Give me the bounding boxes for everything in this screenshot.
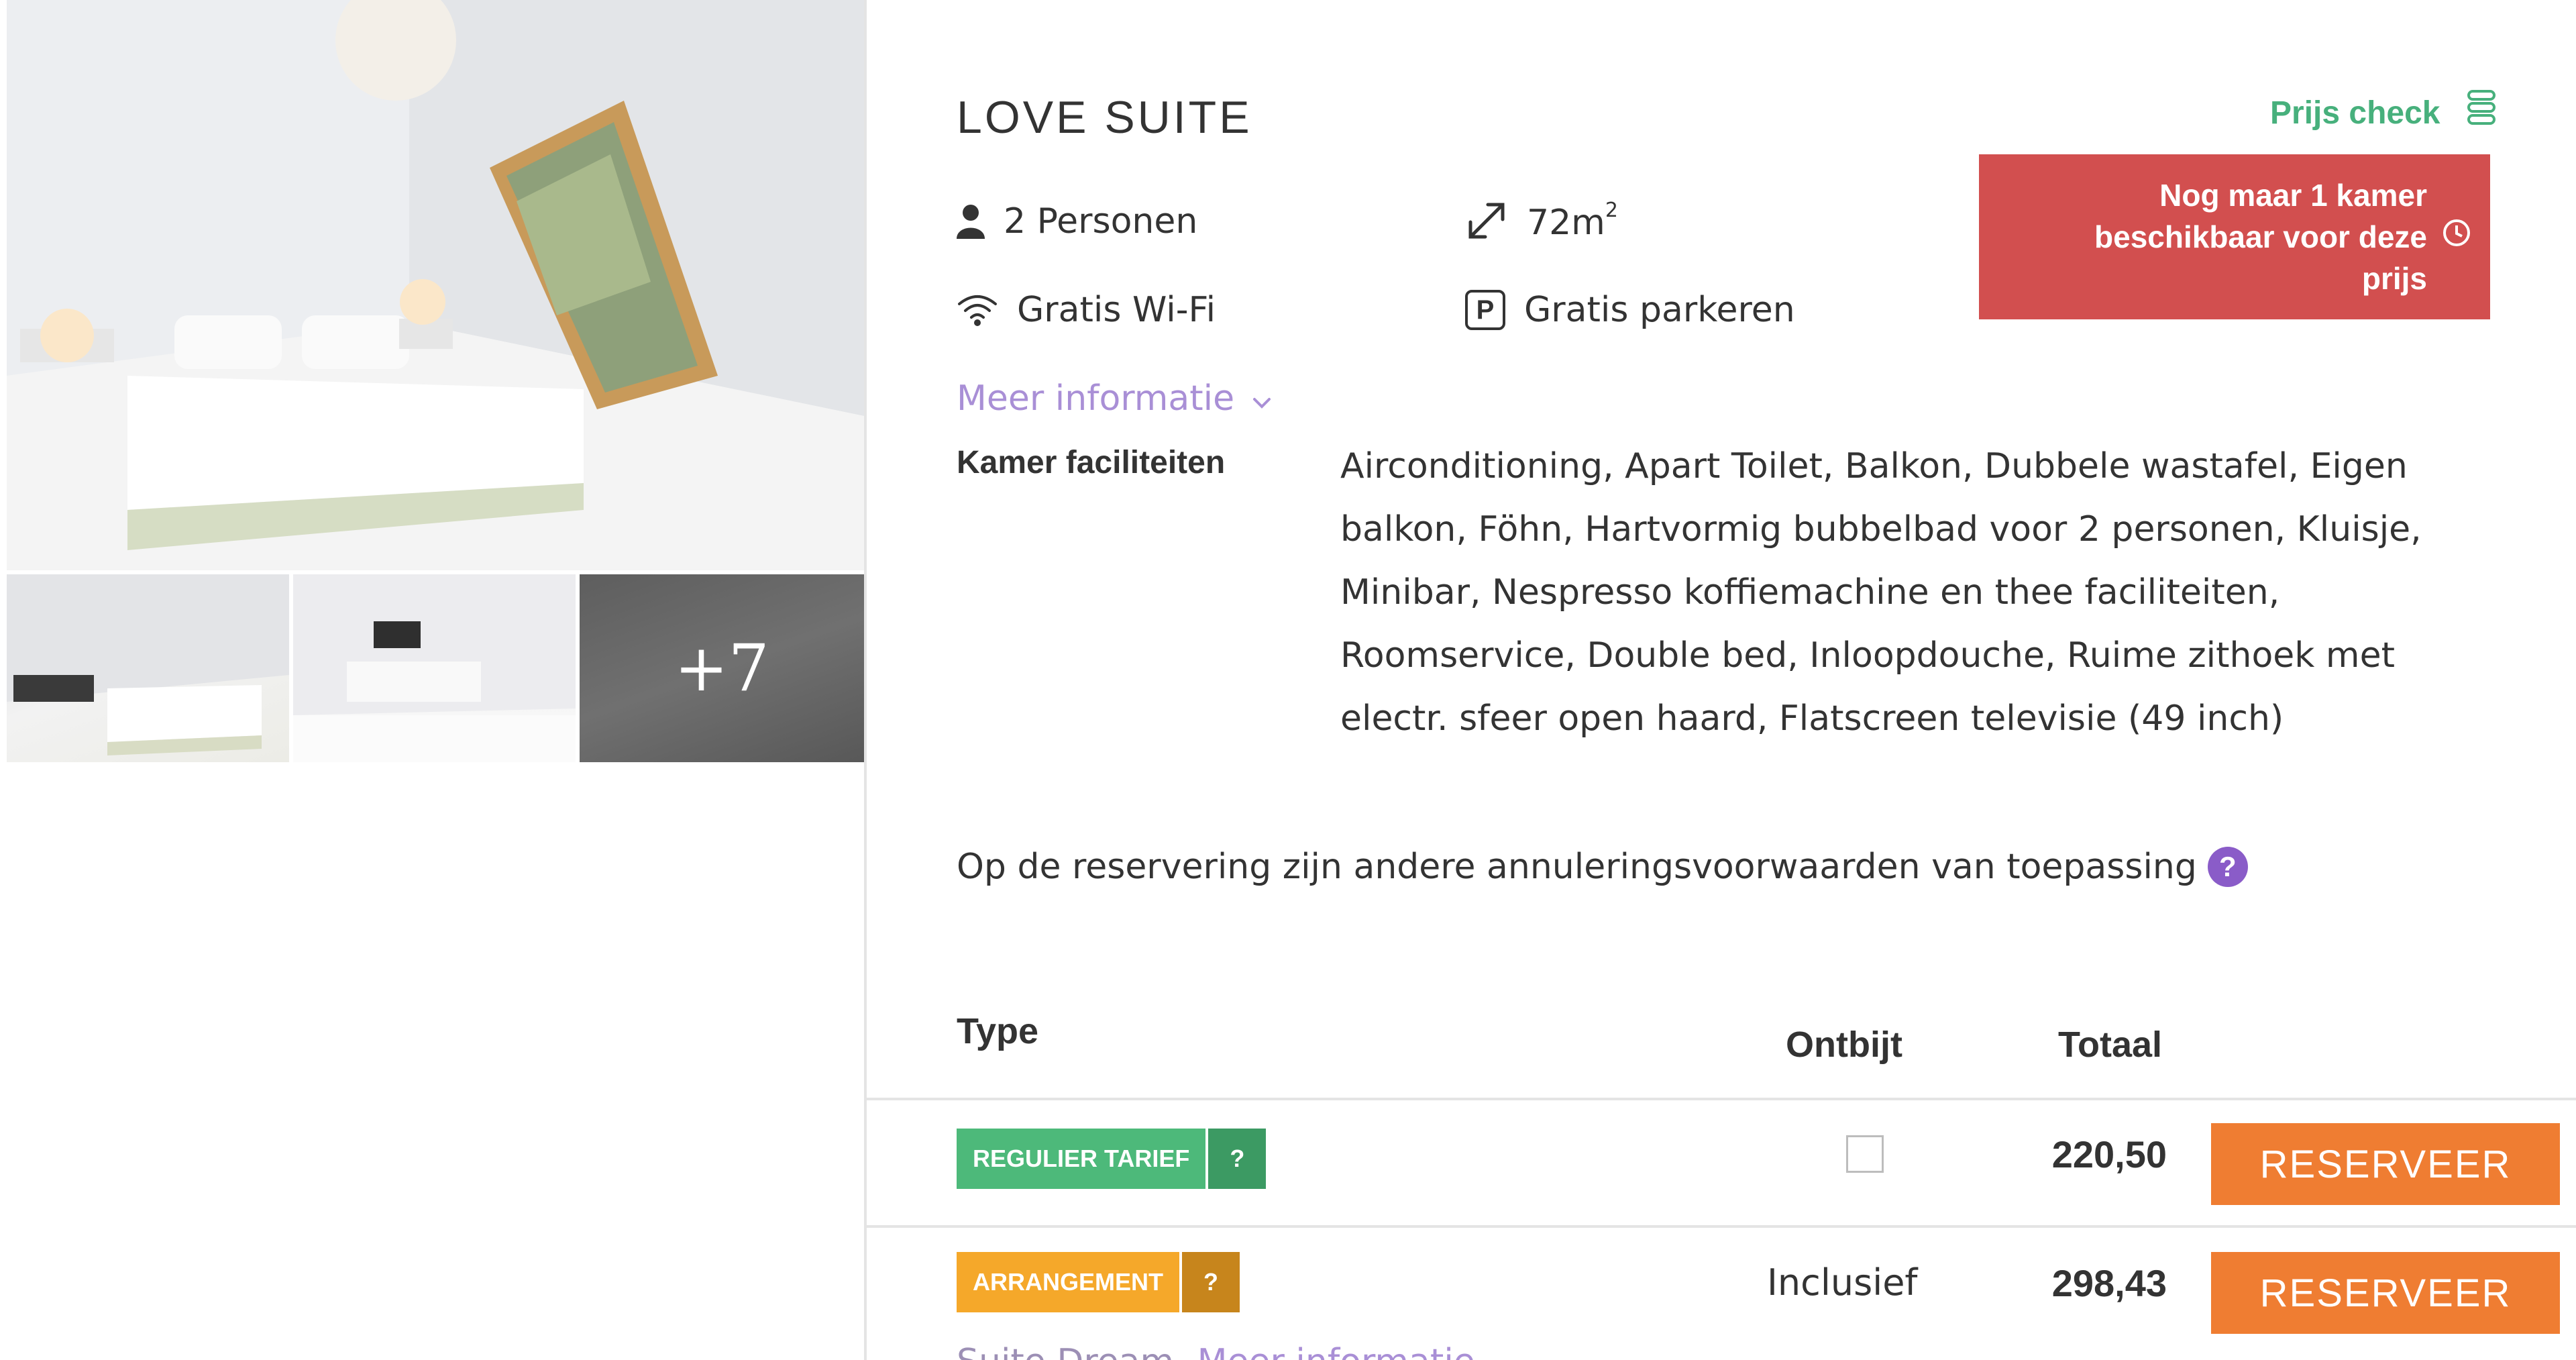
breakfast-included-label: Inclusief	[1767, 1261, 1918, 1304]
reserve-button[interactable]: RESERVEER	[2211, 1123, 2560, 1205]
feature-size: 72m2	[1465, 199, 1618, 243]
availability-alert: Nog maar 1 kamer beschikbaar voor deze p…	[1979, 154, 2490, 319]
column-header-breakfast: Ontbijt	[1786, 1025, 1902, 1065]
bedroom-image	[7, 0, 864, 570]
rate-total-price: 220,50	[2051, 1133, 2167, 1175]
table-divider	[867, 1098, 2576, 1100]
feature-persons: 2 Personen	[957, 201, 1197, 242]
parking-label: Gratis parkeren	[1524, 290, 1795, 330]
room-detail-page: +7 LOVE SUITE 2 Personen 72m2 Gratis Wi-…	[0, 0, 2576, 1360]
size-label: 72m2	[1527, 199, 1618, 243]
package-name-partial: Suite Dream Meer informatie	[957, 1342, 1475, 1360]
help-icon[interactable]: ?	[2207, 847, 2248, 887]
rate-total-price: 298,43	[2051, 1262, 2167, 1304]
clock-icon	[2442, 218, 2471, 250]
person-icon	[957, 204, 985, 239]
availability-alert-text: Nog maar 1 kamer beschikbaar voor deze p…	[2094, 178, 2427, 296]
price-check-label[interactable]: Prijs check	[2270, 95, 2440, 132]
cancellation-note: Op de reservering zijn andere annulering…	[957, 847, 2248, 887]
column-header-total: Totaal	[2058, 1025, 2163, 1065]
facilities-list: Airconditioning, Apart Toilet, Balkon, D…	[1340, 446, 2422, 739]
package-name: Suite Dream	[957, 1342, 1174, 1360]
rate-label: REGULIER TARIEF	[957, 1129, 1206, 1189]
column-header-type: Type	[957, 1011, 1039, 1051]
chevron-down-icon[interactable]	[1252, 378, 1272, 419]
room-title: LOVE SUITE	[957, 92, 1252, 143]
thumbnail-more[interactable]: +7	[580, 574, 864, 762]
parking-icon: P	[1465, 290, 1505, 330]
wifi-label: Gratis Wi-Fi	[1017, 290, 1216, 330]
price-check-link[interactable]: Prijs check	[2270, 89, 2498, 137]
breakfast-checkbox[interactable]	[1846, 1135, 1884, 1173]
feature-wifi: Gratis Wi-Fi	[957, 290, 1216, 330]
package-more-info-link[interactable]: Meer informatie	[1197, 1342, 1475, 1360]
wifi-icon	[957, 293, 998, 327]
rate-badge-regular: REGULIER TARIEF ?	[957, 1129, 1267, 1189]
cancellation-note-text: Op de reservering zijn andere annulering…	[957, 847, 2197, 887]
price-tag-icon[interactable]	[2465, 89, 2498, 137]
feature-parking: P Gratis parkeren	[1465, 290, 1795, 330]
thumbnail-2[interactable]	[293, 574, 576, 762]
table-divider	[867, 1225, 2576, 1228]
more-info-label[interactable]: Meer informatie	[957, 378, 1234, 419]
photo-gallery: +7	[0, 0, 867, 1360]
bedroom-thumbnail	[7, 574, 289, 755]
persons-label: 2 Personen	[1004, 201, 1198, 242]
reserve-button[interactable]: RESERVEER	[2211, 1252, 2560, 1334]
more-info-link[interactable]: Meer informatie	[957, 378, 1272, 419]
rate-label: ARRANGEMENT	[957, 1252, 1179, 1312]
main-room-photo[interactable]	[7, 0, 864, 570]
more-photos-count[interactable]: +7	[580, 574, 864, 762]
rate-badge-arrangement: ARRANGEMENT ?	[957, 1252, 1240, 1312]
thumbnail-1[interactable]	[7, 574, 289, 762]
rate-help-button[interactable]: ?	[1182, 1252, 1240, 1312]
living-area-thumbnail	[293, 574, 576, 762]
rate-help-button[interactable]: ?	[1208, 1129, 1267, 1189]
facilities-label: Kamer faciliteiten	[957, 445, 1226, 480]
expand-arrows-icon	[1465, 199, 1508, 242]
